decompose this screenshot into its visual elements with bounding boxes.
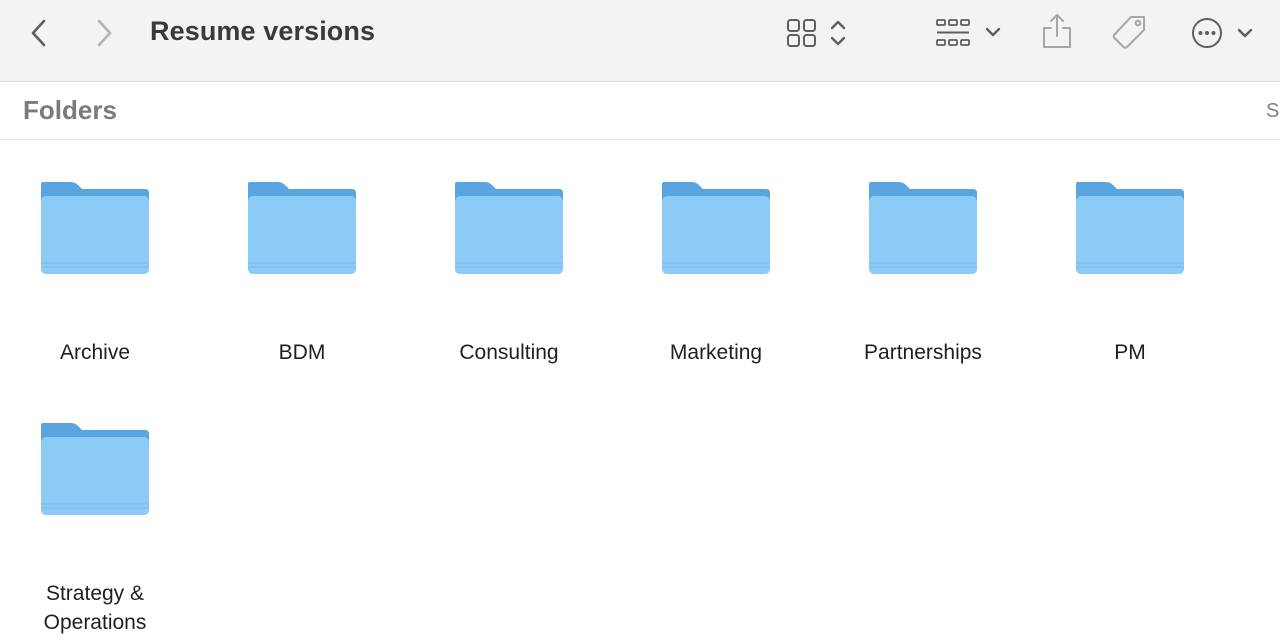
group-by-button[interactable] — [932, 14, 1006, 52]
folder-icon — [248, 182, 356, 274]
section-title: Folders — [23, 95, 117, 125]
folder-label: PM — [1114, 341, 1146, 364]
view-mode-button[interactable] — [782, 14, 852, 52]
folder-label: Marketing — [669, 341, 763, 364]
folder-label: BDM — [278, 341, 326, 364]
group-by-icon — [936, 19, 1001, 46]
folder-label: Consulting — [459, 341, 559, 364]
ellipsis-circle-icon — [1192, 18, 1253, 48]
folder-icon — [662, 182, 770, 274]
folder-icon — [455, 182, 563, 274]
chevron-left-icon — [31, 19, 46, 47]
folder-icon — [41, 423, 149, 515]
icon-grid-view-icon — [787, 19, 846, 47]
section-header: Folders S — [0, 82, 1280, 140]
folder-label: Strategy & Operations — [43, 582, 147, 634]
forward-button[interactable] — [88, 14, 122, 52]
folder-grid: Archive BDM Consulting Marketing Partner… — [0, 140, 1280, 638]
folder-icon — [1076, 182, 1184, 274]
tag-button[interactable] — [1108, 12, 1150, 54]
chevron-right-icon — [97, 19, 112, 47]
show-all-link[interactable]: S — [1266, 100, 1279, 123]
toolbar: Resume versions — [0, 0, 1280, 82]
folder-icon — [41, 182, 149, 274]
finder-window: Resume versions Folders S Archive BDM Co… — [0, 0, 1280, 638]
folder-label: Partnerships — [864, 341, 982, 364]
back-button[interactable] — [22, 14, 56, 52]
share-icon — [1043, 14, 1071, 48]
more-actions-button[interactable] — [1186, 12, 1256, 54]
tag-icon — [1112, 16, 1145, 49]
share-button[interactable] — [1038, 10, 1076, 54]
folder-label: Archive — [59, 341, 131, 364]
window-title: Resume versions — [150, 16, 376, 46]
folder-icon — [869, 182, 977, 274]
